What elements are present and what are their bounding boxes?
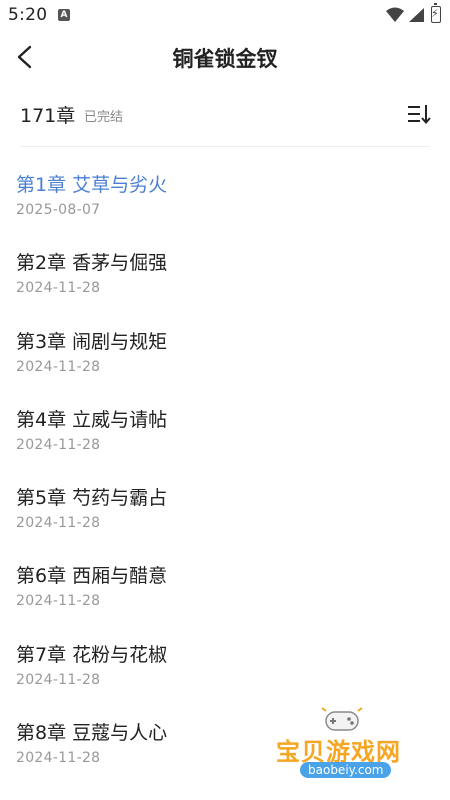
chapter-title: 第3章 闹剧与规矩 <box>16 330 168 353</box>
battery-icon: ⚡ <box>431 3 441 23</box>
chapter-title: 第4章 立威与请帖 <box>16 408 168 431</box>
chapter-item[interactable]: 第1章 艾草与劣火 2025-08-07 <box>16 172 436 250</box>
chapter-item[interactable]: 第3章 闹剧与规矩 2024-11-28 <box>16 329 436 407</box>
page-title: 铜雀锁金钗 <box>172 47 278 71</box>
chapter-item[interactable]: 第6章 西厢与醋意 2024-11-28 <box>16 563 436 641</box>
chapter-title: 第5章 芍药与霸占 <box>16 487 168 510</box>
gamepad-logo-icon <box>321 707 363 731</box>
wifi-icon <box>386 7 404 22</box>
completion-status: 已完结 <box>84 110 124 125</box>
chapter-summary: 171章 已完结 <box>20 100 432 130</box>
chapter-date: 2024-11-28 <box>16 593 101 610</box>
status-bar: 5:20 A ⚡ <box>0 0 450 32</box>
chapter-title: 第7章 花粉与花椒 <box>16 643 168 666</box>
chapter-item[interactable]: 第4章 立威与请帖 2024-11-28 <box>16 407 436 485</box>
chapter-date: 2024-11-28 <box>16 358 101 375</box>
app-notification-icon: A <box>58 9 70 21</box>
chapter-title: 第1章 艾草与劣火 <box>16 174 168 196</box>
chapter-date: 2024-11-28 <box>16 280 101 297</box>
watermark: 宝贝游戏网 baobeiy.com <box>272 700 432 784</box>
chapter-date: 2024-11-28 <box>16 436 101 453</box>
divider <box>20 146 430 147</box>
chapter-count: 171章 <box>20 105 76 127</box>
signal-icon <box>409 8 424 22</box>
chapter-title: 第2章 香茅与倔强 <box>16 252 168 275</box>
chapter-item[interactable]: 第2章 香茅与倔强 2024-11-28 <box>16 250 436 328</box>
chapter-item[interactable]: 第5章 芍药与霸占 2024-11-28 <box>16 485 436 563</box>
chapter-title: 第6章 西厢与醋意 <box>16 565 168 588</box>
status-time: 5:20 <box>8 5 48 25</box>
sort-order-icon[interactable] <box>406 102 432 126</box>
chapter-date: 2025-08-07 <box>16 202 101 218</box>
watermark-url: baobeiy.com <box>300 762 392 778</box>
header: 铜雀锁金钗 <box>0 32 450 84</box>
chapter-date: 2024-11-28 <box>16 515 101 532</box>
chapter-date: 2024-11-28 <box>16 671 101 688</box>
